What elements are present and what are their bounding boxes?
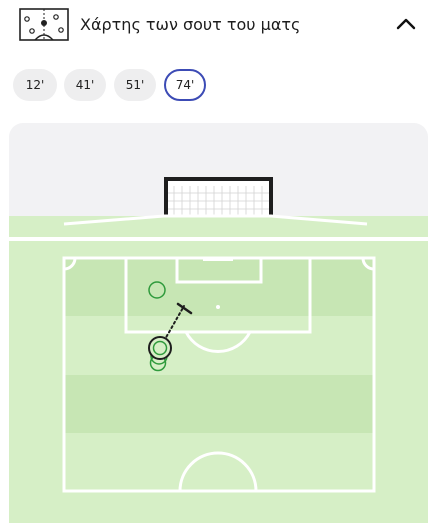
minute-chip-41[interactable]: 41'	[64, 69, 106, 101]
selected-shot-marker[interactable]	[148, 336, 172, 360]
pitch-diagram-icon	[19, 8, 69, 41]
goal-area-grass	[9, 216, 428, 238]
shot-map-pitch	[9, 123, 428, 523]
chevron-up-icon[interactable]	[392, 10, 420, 38]
shot-map-title: Χάρτης των σουτ του ματς	[80, 15, 301, 34]
minute-chip-51[interactable]: 51'	[114, 69, 156, 101]
minute-chip-12[interactable]: 12'	[13, 69, 57, 101]
goal-net	[164, 177, 273, 217]
minute-chip-74[interactable]: 74'	[164, 69, 206, 101]
shot-map-header[interactable]: Χάρτης των σουτ του ματς	[0, 0, 437, 52]
